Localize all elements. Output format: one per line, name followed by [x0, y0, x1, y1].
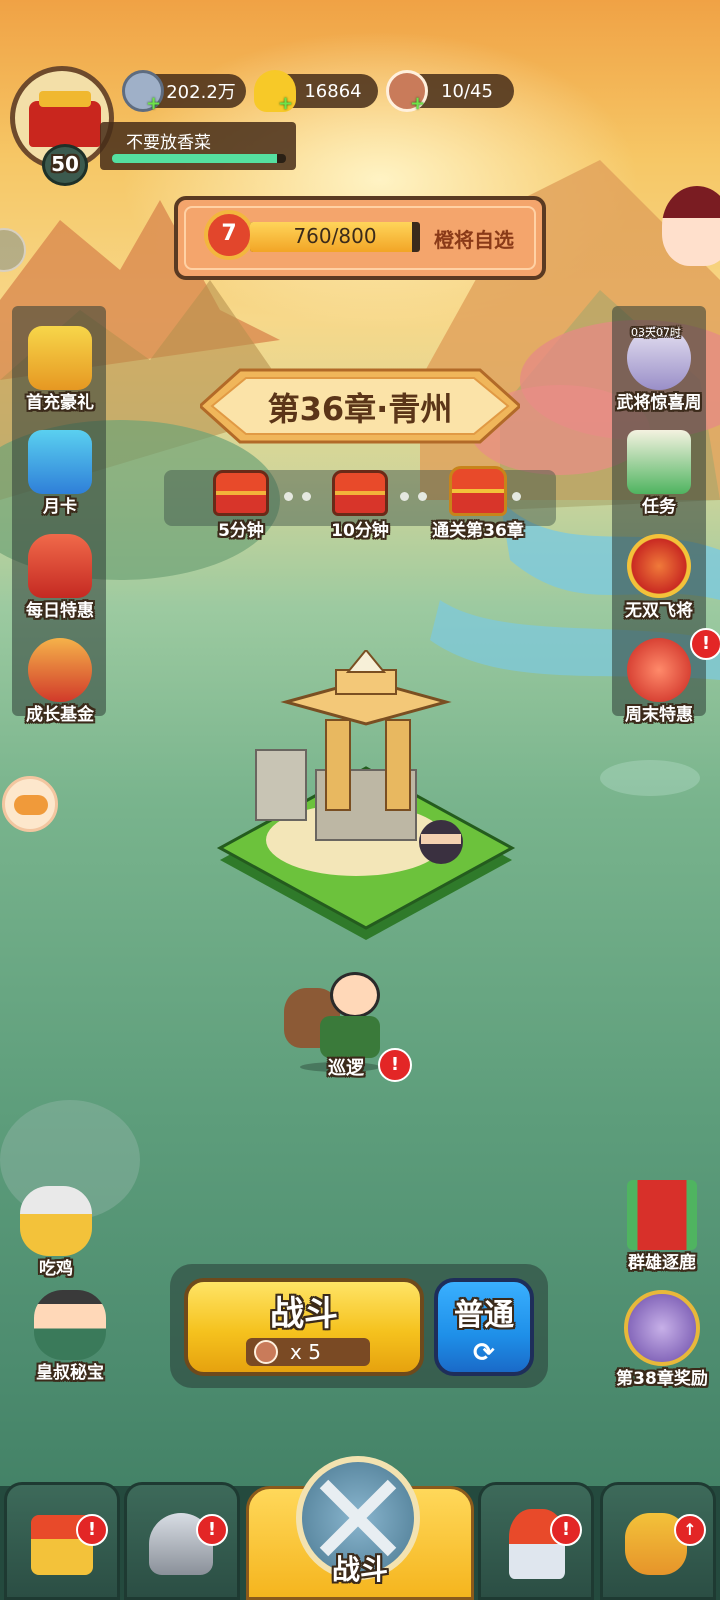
gift-bag-icon [28, 534, 92, 598]
month-card-button[interactable]: 月卡 [10, 430, 110, 517]
warlords-event-button[interactable]: 群雄逐鹿 [610, 1180, 714, 1273]
battle-cost-plate: x 5 [246, 1338, 370, 1366]
task-label: 任务 [642, 497, 676, 517]
stage-castle[interactable] [216, 650, 516, 960]
warlords-event-label: 群雄逐鹿 [628, 1253, 696, 1273]
patrol-label: 巡逻 [328, 1058, 364, 1079]
chapter-38-reward-label: 第38章奖励 [616, 1369, 708, 1389]
meat-drumstick-icon [254, 1340, 278, 1364]
unrivaled-general-button[interactable]: 无双飞将 [609, 534, 709, 621]
silver-resource[interactable]: + 202.2万 [122, 70, 246, 114]
chest-chapter-clear-label: 通关第36章 [432, 521, 524, 541]
fortune-god-icon [28, 638, 92, 702]
nav-city-badge: ! [76, 1514, 108, 1546]
uncle-treasure-label: 皇叔秘宝 [36, 1363, 104, 1383]
rank-progress-text: 760/800 [293, 224, 377, 248]
nav-equip-badge: ! [550, 1514, 582, 1546]
chapter-title: 第36章·青州 [267, 390, 453, 428]
hero-surprise-week-label: 武将惊喜周 [616, 393, 702, 413]
chest-chapter-clear[interactable]: 通关第36章 [418, 466, 538, 541]
first-recharge-button[interactable]: 首充豪礼 [10, 326, 110, 413]
chest-5min[interactable]: 5分钟 [206, 470, 276, 541]
hero-surprise-week-button[interactable]: 03天07时 武将惊喜周 [609, 326, 709, 413]
first-recharge-label: 首充豪礼 [26, 393, 94, 413]
battle-cost: x 5 [290, 1340, 321, 1364]
player-level-badge: 50 [42, 144, 88, 186]
sleeping-lord-icon [34, 1290, 106, 1360]
rank-star-icon: 7 [204, 210, 254, 260]
crown-chest-icon [28, 326, 92, 390]
heroine-portrait-icon [624, 1290, 700, 1366]
red-orb-icon [627, 638, 691, 702]
chest-10min[interactable]: 10分钟 [320, 470, 400, 541]
weekend-deal-label: 周末特惠 [625, 705, 693, 725]
refresh-icon: ⟳ [473, 1338, 495, 1368]
chest-10min-label: 10分钟 [331, 521, 389, 541]
gold-resource[interactable]: + 16864 [254, 70, 378, 114]
treasure-chest-icon [213, 470, 269, 516]
player-name-plate: 不要放香菜 [100, 122, 296, 170]
gold-add-icon[interactable]: + [278, 93, 293, 114]
fortress-icon [29, 101, 101, 147]
treasure-chest-icon [449, 466, 507, 516]
war-banner-icon [627, 1180, 697, 1250]
task-button[interactable]: 任务 [609, 430, 709, 517]
nav-battle-label: 战斗 [331, 1553, 388, 1586]
patrol-badge: ! [378, 1048, 412, 1082]
chicken-event-button[interactable]: 吃鸡 [4, 1186, 108, 1279]
chapter-title-banner: 第36章·青州 [200, 368, 520, 444]
treasure-chest-icon [332, 470, 388, 516]
weekend-deal-badge: ! [690, 628, 720, 660]
nav-power-badge: ↑ [674, 1514, 706, 1546]
sunglasses-hero-icon [20, 1186, 92, 1256]
month-card-icon [28, 430, 92, 494]
battle-label: 战斗 [270, 1294, 338, 1334]
player-exp-bar [112, 154, 286, 163]
heroine-portrait-icon[interactable] [662, 186, 720, 266]
battle-mode-button[interactable]: 普通 ⟳ [434, 1278, 534, 1376]
unrivaled-general-label: 无双飞将 [625, 601, 693, 621]
silver-add-icon[interactable]: + [146, 93, 161, 114]
gamepad-icon[interactable] [2, 776, 58, 832]
chicken-event-label: 吃鸡 [39, 1259, 73, 1279]
stamina-resource[interactable]: + 10/45 [386, 70, 514, 114]
uncle-treasure-button[interactable]: 皇叔秘宝 [18, 1290, 122, 1383]
battle-mode-label: 普通 [454, 1298, 514, 1333]
rank-progress-banner[interactable]: 7 760/800 橙将自选 [174, 196, 546, 280]
battle-button[interactable]: 战斗 x 5 [184, 1278, 424, 1376]
daily-deal-button[interactable]: 每日特惠 [10, 534, 110, 621]
emblem-icon [627, 534, 691, 598]
player-name: 不要放香菜 [126, 133, 211, 153]
chapter-38-reward-button[interactable]: 第38章奖励 [606, 1290, 718, 1389]
daily-deal-label: 每日特惠 [26, 601, 94, 621]
nav-hero-badge: ! [196, 1514, 228, 1546]
month-card-label: 月卡 [43, 497, 77, 517]
growth-fund-button[interactable]: 成长基金 [10, 638, 110, 725]
scroll-icon [627, 430, 691, 494]
event-timer: 03天07时 [631, 326, 681, 339]
growth-fund-label: 成长基金 [26, 705, 94, 725]
stamina-add-icon[interactable]: + [410, 93, 425, 114]
rank-reward-label: 橙将自选 [434, 228, 514, 252]
chest-5min-label: 5分钟 [218, 521, 264, 541]
